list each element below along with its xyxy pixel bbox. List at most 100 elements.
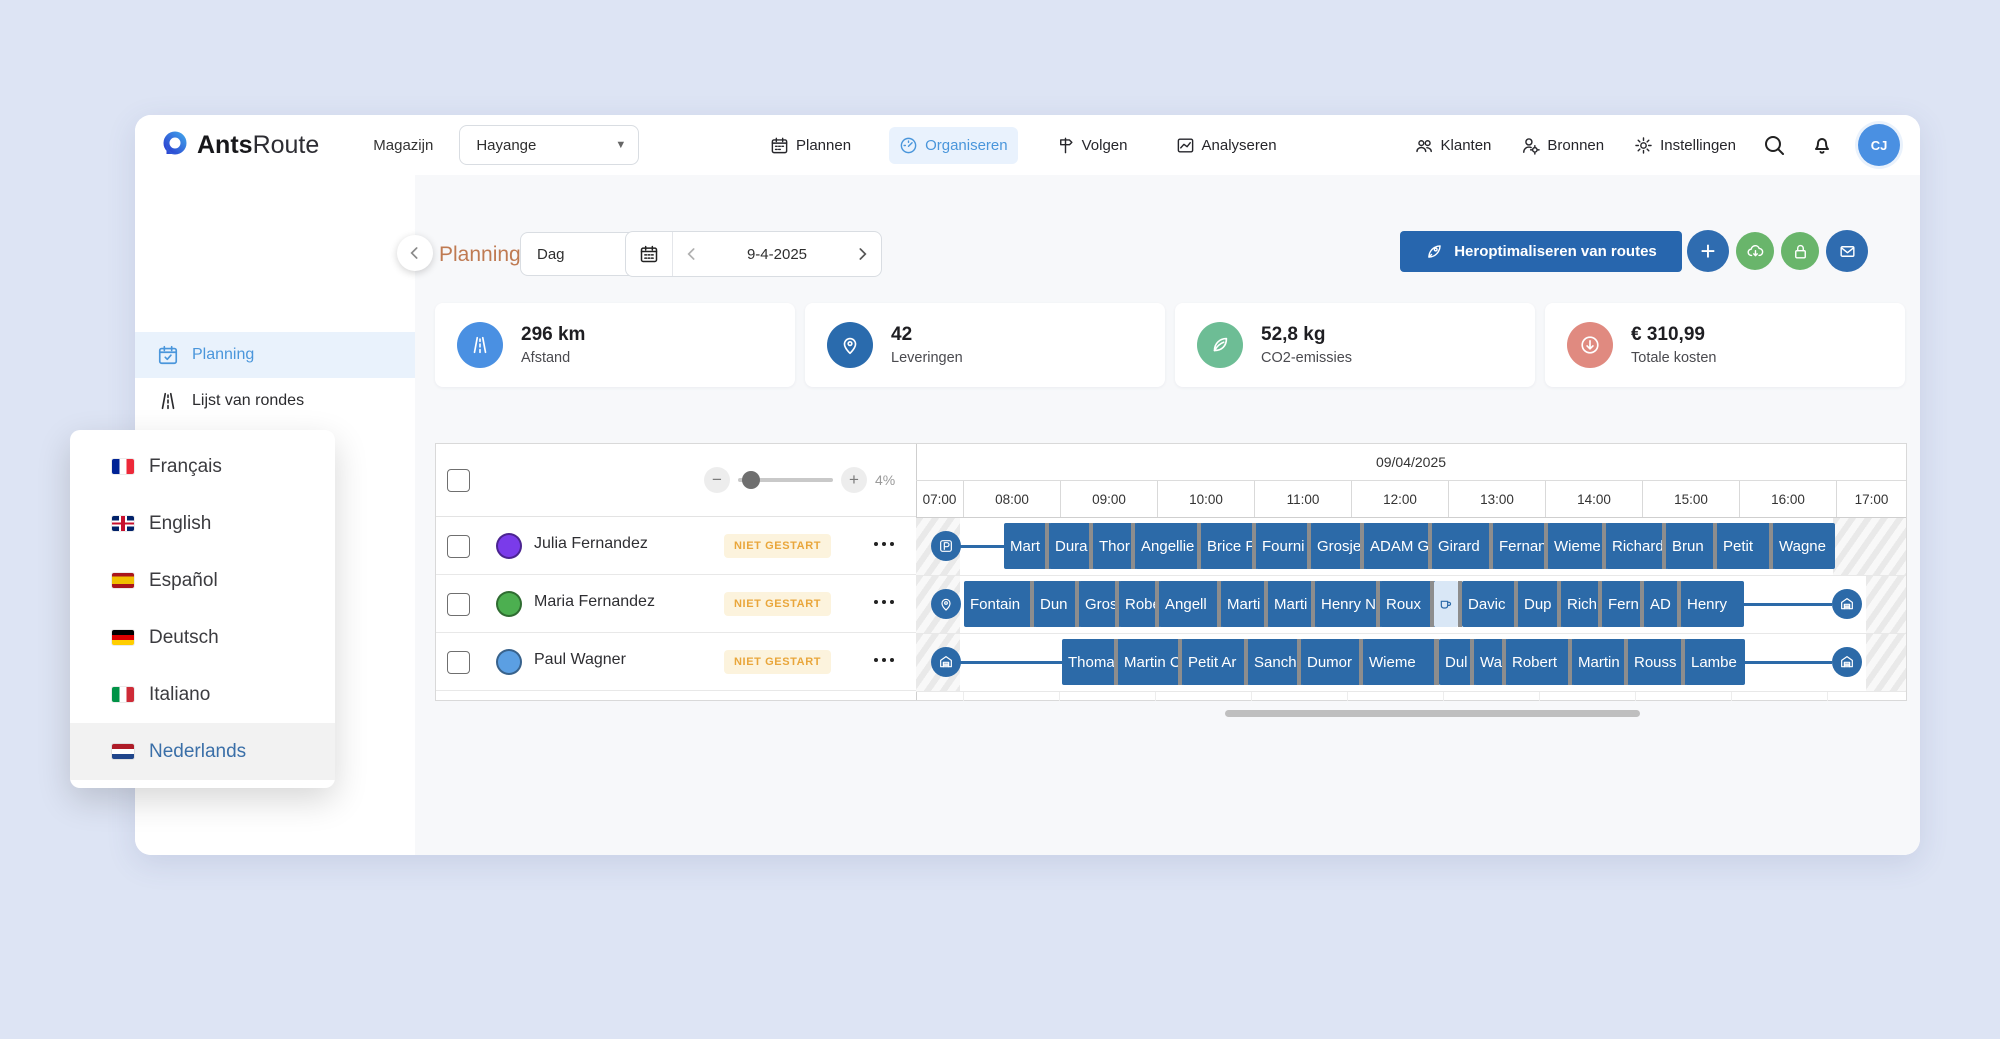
sidebar-item-lijst-van-rondes[interactable]: Lijst van rondes — [135, 378, 415, 424]
send-mail-button[interactable] — [1826, 230, 1868, 272]
warehouse-select[interactable]: Hayange ▼ — [459, 125, 639, 165]
row-menu-button[interactable] — [874, 542, 894, 546]
task-bar[interactable]: Henry N — [1315, 581, 1382, 627]
task-bar[interactable]: Mart — [1004, 523, 1051, 569]
calendar-picker-button[interactable] — [626, 232, 673, 276]
depot-end-warehouse-icon[interactable] — [1832, 647, 1862, 677]
task-bar[interactable]: Angellie — [1135, 523, 1203, 569]
zoom-in-button[interactable]: + — [841, 467, 867, 493]
sidebar-items: PlanningLijst van rondes — [135, 332, 415, 424]
zoom-slider[interactable] — [738, 478, 833, 482]
hour-label: 16:00 — [1740, 481, 1837, 517]
collapse-sidebar-button[interactable] — [397, 235, 433, 271]
route-line — [960, 661, 1062, 664]
language-option-fran-ais[interactable]: Français — [70, 438, 335, 495]
task-bar[interactable]: Davic — [1462, 581, 1520, 627]
stat-value: 296 km — [521, 324, 585, 346]
nav-item-bronnen[interactable]: Bronnen — [1519, 132, 1606, 159]
gantt-timeline-row-maria-fernandez: FontainDunGrosRobeAngellMartiMartiHenry … — [916, 576, 1906, 634]
task-bar[interactable]: Marti — [1268, 581, 1317, 627]
export-cloud-button[interactable] — [1736, 232, 1774, 270]
search-icon[interactable] — [1762, 133, 1786, 157]
user-avatar[interactable]: CJ — [1858, 124, 1900, 166]
task-bar[interactable]: ADAM G — [1364, 523, 1434, 569]
row-menu-button[interactable] — [874, 600, 894, 604]
nav-item-plannen[interactable]: Plannen — [760, 127, 861, 164]
task-bar[interactable]: Brun — [1666, 523, 1719, 569]
task-bar[interactable]: Angell — [1159, 581, 1223, 627]
hour-label: 17:00 — [1837, 481, 1906, 517]
warehouse-icon — [1839, 654, 1855, 670]
task-bar[interactable]: Rouss — [1628, 639, 1687, 685]
task-bar[interactable]: Thoma — [1062, 639, 1120, 685]
signpost-icon — [1056, 136, 1075, 155]
task-bar[interactable]: Wagne — [1773, 523, 1835, 569]
horizontal-scrollbar[interactable] — [1225, 710, 1640, 717]
task-bar[interactable]: Petit Ar — [1182, 639, 1250, 685]
language-option-nederlands[interactable]: Nederlands — [70, 723, 335, 780]
route-line — [960, 545, 1004, 548]
task-bar[interactable]: Dun — [1034, 581, 1081, 627]
stat-card-afstand: 296 km Afstand — [435, 303, 795, 387]
task-bar[interactable]: Martin C — [1118, 639, 1184, 685]
warehouse-select-value: Hayange — [476, 137, 536, 154]
task-bar[interactable]: Lambe — [1685, 639, 1745, 685]
row-checkbox[interactable] — [447, 593, 470, 616]
zoom-out-button[interactable]: − — [704, 467, 730, 493]
task-bar[interactable]: Robert — [1506, 639, 1574, 685]
row-checkbox[interactable] — [447, 535, 470, 558]
language-option-english[interactable]: English — [70, 495, 335, 552]
gantt-left-rows: Julia Fernandez NIET GESTART Maria Ferna… — [436, 517, 916, 691]
prev-day-button[interactable] — [673, 232, 711, 276]
offshift-hatch — [1866, 634, 1906, 691]
task-bar[interactable]: Henry — [1681, 581, 1744, 627]
break-slot[interactable] — [1434, 581, 1458, 627]
leaf-badge — [1197, 322, 1243, 368]
stat-label: Totale kosten — [1631, 350, 1716, 366]
nav-item-analyseren[interactable]: Analyseren — [1166, 127, 1287, 164]
task-bar[interactable]: Wieme — [1548, 523, 1608, 569]
task-bar[interactable]: Fernan — [1493, 523, 1550, 569]
task-bar[interactable]: Wieme — [1363, 639, 1440, 685]
next-day-button[interactable] — [843, 232, 881, 276]
lock-icon — [1791, 242, 1810, 261]
task-bar[interactable]: Fourni — [1256, 523, 1313, 569]
antsroute-logo[interactable]: AntsRoute — [159, 130, 319, 160]
add-button[interactable]: + — [1687, 230, 1729, 272]
nav-item-klanten[interactable]: Klanten — [1413, 132, 1494, 159]
zoom-slider-knob[interactable] — [742, 471, 760, 489]
select-all-checkbox[interactable] — [447, 469, 470, 492]
language-option-deutsch[interactable]: Deutsch — [70, 609, 335, 666]
task-bar[interactable]: Martin — [1572, 639, 1630, 685]
language-option-espa-ol[interactable]: Español — [70, 552, 335, 609]
bell-icon[interactable] — [1810, 133, 1834, 157]
hour-label: 09:00 — [1061, 481, 1158, 517]
depot-end-warehouse-icon[interactable] — [1832, 589, 1862, 619]
task-bar[interactable]: Dumor — [1301, 639, 1365, 685]
task-bar[interactable]: Sanch — [1248, 639, 1303, 685]
lock-button[interactable] — [1781, 232, 1819, 270]
task-bar[interactable]: Marti — [1221, 581, 1270, 627]
sidebar-item-planning[interactable]: Planning — [135, 332, 415, 378]
depot-start-warehouse-icon[interactable] — [931, 647, 961, 677]
nav-item-instellingen[interactable]: Instellingen — [1632, 132, 1738, 159]
task-bar[interactable]: Roux — [1380, 581, 1436, 627]
reoptimize-routes-button[interactable]: Heroptimaliseren van routes — [1400, 231, 1682, 272]
navbar-left: AntsRoute Magazijn Hayange ▼ — [159, 115, 639, 175]
main-content: Planning Dag ▼ 9-4-2025 Heroptimalise — [415, 175, 1920, 855]
current-date: 9-4-2025 — [711, 232, 843, 276]
nav-item-organiseren[interactable]: Organiseren — [889, 127, 1018, 164]
depot-start-parking-icon[interactable] — [931, 531, 961, 561]
nav-item-volgen[interactable]: Volgen — [1046, 127, 1138, 164]
row-menu-button[interactable] — [874, 658, 894, 662]
language-option-italiano[interactable]: Italiano — [70, 666, 335, 723]
task-bar[interactable]: Petit — [1717, 523, 1775, 569]
task-bar[interactable]: Fontain — [964, 581, 1036, 627]
task-bar[interactable]: Brice F — [1201, 523, 1258, 569]
task-bar[interactable]: Grosje — [1311, 523, 1366, 569]
driver-name: Paul Wagner — [534, 651, 626, 669]
row-checkbox[interactable] — [447, 651, 470, 674]
depot-start-pin-icon[interactable] — [931, 589, 961, 619]
task-bar[interactable]: Girard — [1432, 523, 1495, 569]
task-bar[interactable]: Richard — [1606, 523, 1668, 569]
